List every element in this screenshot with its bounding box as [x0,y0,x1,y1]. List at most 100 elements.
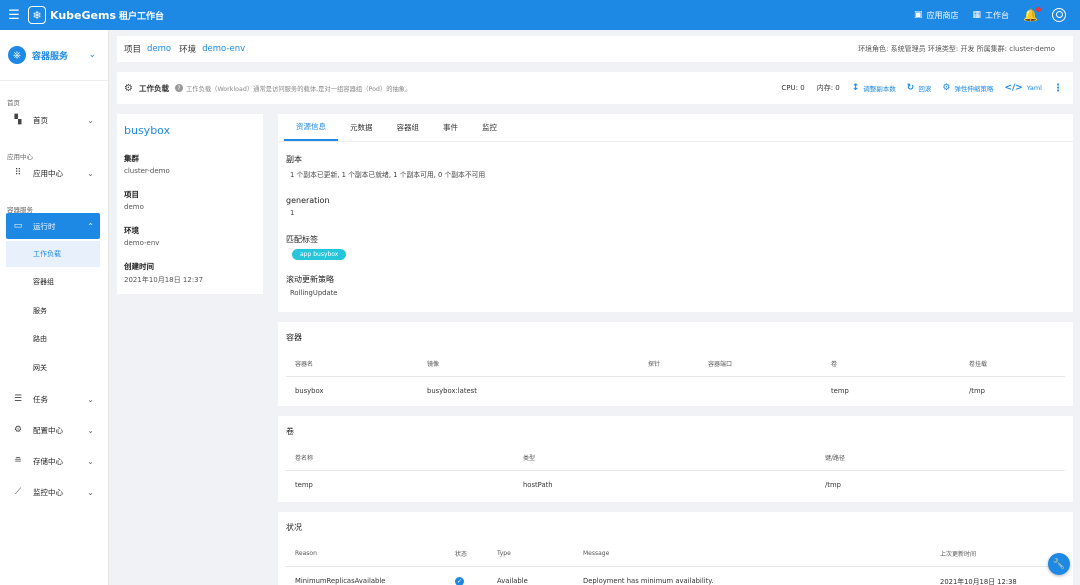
yaml-button[interactable]: </> Yaml [1004,83,1042,93]
volume-path-cell: /tmp [825,481,841,489]
replicas-value: 1 个副本已更新, 1 个副本已就绪, 1 个副本可用, 0 个副本不可用 [290,171,486,179]
rollback-button[interactable]: ↻ 回滚 [907,83,932,93]
condition-reason-cell: MinimumReplicasAvailable [295,577,386,585]
container-mount-cell: /tmp [969,387,985,395]
hpa-policy-button[interactable]: ⚙ 弹性伸缩策略 [942,83,993,93]
workload-info-card: busybox 集群 cluster-demo 项目 demo 环境 demo-… [117,114,263,294]
column-header: 容器端口 [708,361,733,368]
bell-icon[interactable]: 🔔 [1023,7,1041,22]
project-label: 项目 [124,190,139,199]
gear-icon: ⚙ [13,425,23,435]
label-chip: app busybox [292,249,347,260]
sidebar-item-service[interactable]: 服务 [6,298,100,324]
column-header: Type [497,550,511,557]
refresh-icon: ↻ [906,83,915,93]
tab-resource-info[interactable]: 资源信息 [284,114,338,141]
hamburger-menu-icon[interactable]: ☰ [0,0,28,30]
env-link[interactable]: demo-env [202,44,245,54]
generation-value: 1 [290,209,295,217]
env-label: 环境 [124,226,139,235]
tab-metadata[interactable]: 元数据 [338,114,385,141]
workload-description: 工作负载（Workload）通常是访问服务的载体,是对一组容器组（Pod）的抽象… [185,85,412,93]
brand-name: KubeGems [50,8,116,22]
sidebar-item-route[interactable]: 路由 [6,326,100,352]
conditions-card: 状况 Reason 状态 Type Message 上次更新时间 Minimum… [278,512,1073,585]
table-row: busybox busybox:latest temp /tmp [286,377,1065,405]
arrows-vertical-icon: ↕ [851,83,860,93]
notification-dot [1036,7,1041,12]
condition-type-cell: Available [497,577,528,585]
chevron-down-icon: ⌄ [87,394,94,404]
env-value: demo-env [124,239,160,247]
table-row: MinimumReplicasAvailable ✓ Available Dep… [286,567,1065,585]
code-icon: </> [1004,83,1023,93]
sidebar: ⎈ 容器服务 ⌄ 首页 ▚ 首页 ⌄ 应用中心 ⠿ 应用中心 ⌄ 容器服务 ▭ … [0,30,109,585]
help-icon: ? [174,84,183,92]
database-icon: ≘ [14,456,22,466]
containers-table-header: 容器名 镜像 探针 容器端口 卷 卷挂载 [286,351,1065,377]
project-label: 项目 [124,45,142,55]
top-bar: ☰ ❄ KubeGems 租户工作台 ▣ 应用商店 ▦ 工作台 🔔 [0,0,1080,30]
scale-replicas-button[interactable]: ↕ 调整副本数 [852,83,896,93]
container-volume-cell: temp [831,387,849,395]
cpu-stat: CPU: 0 [781,84,805,92]
dashboard-icon: ▚ [14,115,22,125]
chart-line-icon: ⟋ [14,487,22,497]
column-header: 容器名 [295,361,314,368]
resource-detail-card: 资源信息 元数据 容器组 事件 监控 副本 1 个副本已更新, 1 个副本已就绪… [278,114,1073,312]
created-label: 创建时间 [124,262,154,271]
service-switcher[interactable]: ⎈ 容器服务 ⌄ [0,30,108,81]
column-header: 卷名称 [295,455,314,462]
tab-events[interactable]: 事件 [431,114,470,141]
container-name-cell: busybox [295,387,324,395]
sidebar-item-storage[interactable]: ≘ 存储中心 ⌄ [6,448,100,474]
sidebar-item-runtime[interactable]: ▭ 运行时 ⌃ [6,213,100,239]
volume-name-cell: temp [295,481,313,489]
env-meta: 环境角色: 系统管理员 环境类型: 开发 所属集群: cluster-demo [858,45,1055,53]
wrench-icon[interactable]: 🔧 [1048,553,1070,575]
sidebar-item-pod[interactable]: 容器组 [6,269,100,295]
more-vertical-icon[interactable]: ⋮ [1053,83,1063,94]
match-labels-label: 匹配标签 [286,235,318,244]
task-list-icon: ☰ [13,394,23,404]
sidebar-item-workload[interactable]: 工作负载 [6,241,100,267]
project-value: demo [124,203,144,211]
condition-status-cell: ✓ [455,567,464,585]
column-header: 类型 [523,455,536,462]
sidebar-item-monitor[interactable]: ⟋ 监控中心 ⌄ [6,479,100,505]
column-header: 卷挂载 [969,361,988,368]
project-link[interactable]: demo [147,44,171,54]
check-circle-icon: ✓ [455,576,464,585]
workbench-link[interactable]: ▦ 工作台 [973,10,1010,21]
sidebar-item-task[interactable]: ☰ 任务 ⌄ [6,386,100,412]
sidebar-item-app-center[interactable]: ⠿ 应用中心 ⌄ [6,160,100,186]
tab-pods[interactable]: 容器组 [385,114,432,141]
container-image-cell: busybox:latest [427,387,477,395]
workload-title: 工作负载 [138,83,169,93]
volumes-card: 卷 卷名称 类型 键/路径 temp hostPath /tmp [278,416,1073,502]
replicas-label: 副本 [286,155,302,164]
column-header: 上次更新时间 [940,551,977,558]
user-avatar-icon[interactable] [1052,8,1066,22]
sidebar-item-home[interactable]: ▚ 首页 ⌄ [6,107,100,133]
condition-message-cell: Deployment has minimum availability. [583,577,714,585]
sidebar-item-config[interactable]: ⚙ 配置中心 ⌄ [6,417,100,443]
brand-subtitle: 租户工作台 [119,11,165,22]
cluster-value: cluster-demo [124,167,170,175]
workload-header: ⚙ 工作负载 ? 工作负载（Workload）通常是访问服务的载体,是对一组容器… [117,72,1073,104]
containers-title: 容器 [286,333,302,342]
shop-bag-icon: ▣ [914,10,923,20]
sidebar-item-gateway[interactable]: 网关 [6,355,100,381]
column-header: 镜像 [427,361,440,368]
strategy-value: RollingUpdate [290,289,338,297]
tab-monitor[interactable]: 监控 [470,114,509,141]
chevron-down-icon: ⌄ [87,115,94,125]
helm-icon: ⎈ [8,46,26,64]
conditions-table-header: Reason 状态 Type Message 上次更新时间 [286,541,1065,567]
chevron-down-icon: ⌄ [87,487,94,497]
kubegems-logo-icon: ❄ [28,6,46,24]
column-header: 键/路径 [825,455,846,462]
created-value: 2021年10月18日 12:37 [124,276,204,284]
app-store-link[interactable]: ▣ 应用商店 [914,10,959,21]
volumes-table-header: 卷名称 类型 键/路径 [286,445,1065,471]
